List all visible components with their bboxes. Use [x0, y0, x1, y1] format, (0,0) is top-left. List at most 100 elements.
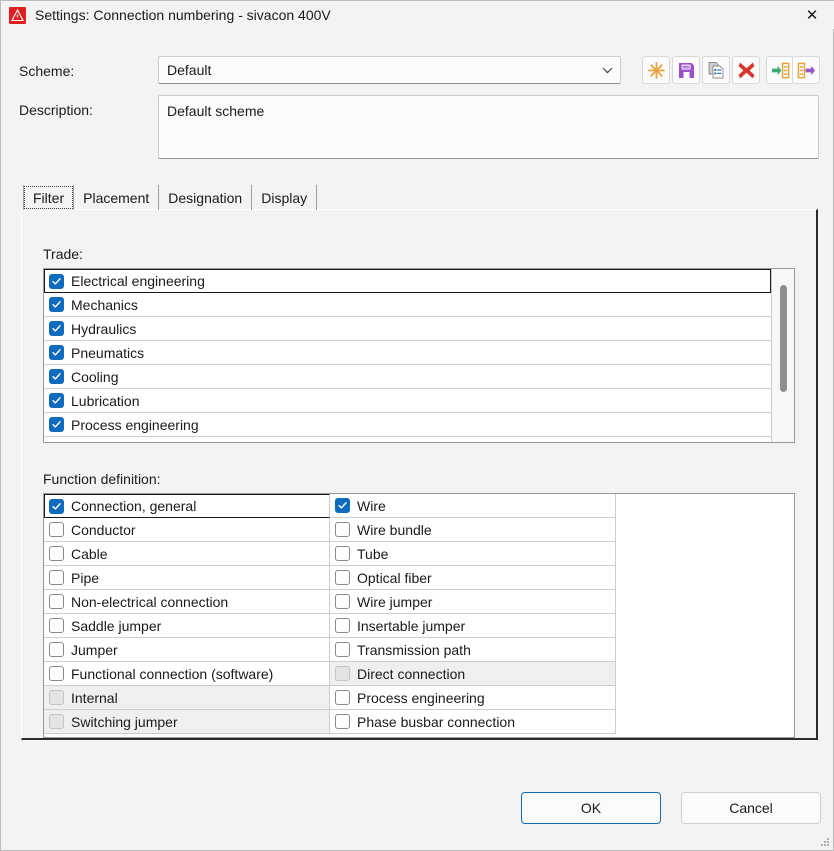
list-item-label: Pipe: [71, 569, 100, 586]
list-item-label: Jumper: [71, 641, 118, 658]
checkbox-icon[interactable]: [335, 498, 350, 513]
list-item: Switching jumper: [44, 710, 330, 734]
list-item-label: Saddle jumper: [71, 617, 162, 634]
checkbox-icon[interactable]: [49, 618, 64, 633]
title-bar: Settings: Connection numbering - sivacon…: [1, 1, 834, 29]
list-item-label: Connection, general: [71, 498, 197, 514]
tab-placement[interactable]: Placement: [74, 185, 160, 210]
checkbox-icon[interactable]: [335, 594, 350, 609]
export-arrow-icon: [797, 62, 815, 78]
checkbox-icon[interactable]: [49, 498, 64, 514]
list-item[interactable]: Electrical engineering: [44, 269, 771, 293]
checkbox-icon[interactable]: [335, 618, 350, 633]
list-item-label: Lubrication: [71, 392, 140, 409]
checkbox-icon[interactable]: [49, 522, 64, 537]
checkbox-icon[interactable]: [49, 642, 64, 657]
trade-listbox[interactable]: Electrical engineering Mechanics Hydraulic…: [43, 268, 795, 443]
checkbox-icon[interactable]: [49, 666, 64, 681]
list-item[interactable]: Non-electrical connection: [44, 590, 330, 614]
list-item[interactable]: Transmission path: [330, 638, 616, 662]
list-item[interactable]: Mechanics: [44, 293, 771, 317]
list-item[interactable]: Pneumatics: [44, 341, 771, 365]
list-item-label: Wire jumper: [357, 593, 433, 610]
list-item[interactable]: Hydraulics: [44, 317, 771, 341]
checkbox-icon[interactable]: [49, 345, 64, 360]
checkbox-icon[interactable]: [49, 594, 64, 609]
list-item-label: Transmission path: [357, 641, 471, 658]
warning-triangle-icon: [9, 6, 26, 24]
checkbox-icon[interactable]: [335, 570, 350, 585]
ok-button[interactable]: OK: [521, 792, 661, 824]
list-item-label: Switching jumper: [71, 713, 178, 730]
list-item[interactable]: Insertable jumper: [330, 614, 616, 638]
list-item[interactable]: Process engineering: [44, 413, 771, 437]
list-item: Direct connection: [330, 662, 616, 686]
list-item-label: Conductor: [71, 521, 136, 538]
delete-scheme-button[interactable]: [732, 56, 760, 84]
checkbox-icon[interactable]: [49, 321, 64, 336]
description-textarea[interactable]: Default scheme: [158, 95, 819, 159]
list-item[interactable]: Saddle jumper: [44, 614, 330, 638]
checkbox-icon[interactable]: [335, 714, 350, 729]
list-item[interactable]: Wire bundle: [330, 518, 616, 542]
new-scheme-button[interactable]: [642, 56, 670, 84]
list-item-label: Phase busbar connection: [357, 713, 515, 730]
checkbox-icon[interactable]: [49, 393, 64, 408]
checkbox-icon[interactable]: [49, 297, 64, 312]
copy-scheme-button[interactable]: [702, 56, 730, 84]
trade-rows: Electrical engineering Mechanics Hydraulic…: [44, 269, 771, 437]
export-scheme-button[interactable]: [792, 56, 820, 84]
asterisk-icon: [647, 61, 665, 79]
checkbox-icon[interactable]: [49, 273, 64, 289]
list-item[interactable]: Tube: [330, 542, 616, 566]
import-scheme-button[interactable]: [766, 56, 794, 84]
checkbox-icon[interactable]: [335, 642, 350, 657]
list-item[interactable]: Phase busbar connection: [330, 710, 616, 734]
function-definition-label: Function definition:: [43, 471, 161, 487]
list-item[interactable]: Cooling: [44, 365, 771, 389]
import-arrow-icon: [771, 62, 789, 78]
list-item[interactable]: Wire: [330, 494, 616, 518]
checkbox-icon[interactable]: [49, 546, 64, 561]
list-item-label: Functional connection (software): [71, 665, 274, 682]
save-scheme-button[interactable]: [672, 56, 700, 84]
close-icon[interactable]: ✕: [789, 1, 834, 29]
list-item-label: Non-electrical connection: [71, 593, 229, 610]
list-item-label: Hydraulics: [71, 320, 137, 337]
list-item[interactable]: Connection, general: [44, 494, 330, 518]
list-item[interactable]: Pipe: [44, 566, 330, 590]
checkbox-icon[interactable]: [335, 690, 350, 705]
checkbox-icon[interactable]: [49, 369, 64, 384]
tab-display[interactable]: Display: [252, 185, 318, 210]
list-item[interactable]: Process engineering: [330, 686, 616, 710]
list-item[interactable]: Wire jumper: [330, 590, 616, 614]
list-item[interactable]: Lubrication: [44, 389, 771, 413]
list-item[interactable]: Jumper: [44, 638, 330, 662]
checkbox-icon[interactable]: [335, 522, 350, 537]
trade-scrollbar-thumb[interactable]: [780, 284, 787, 392]
list-item-label: Direct connection: [357, 665, 466, 682]
scheme-select[interactable]: Default: [158, 56, 621, 84]
scheme-select-value: Default: [167, 62, 212, 78]
checkbox-icon: [49, 714, 64, 729]
resize-grip-icon[interactable]: [820, 837, 830, 847]
list-item-label: Electrical engineering: [71, 273, 205, 289]
list-item-label: Pneumatics: [71, 344, 145, 361]
list-item[interactable]: Functional connection (software): [44, 662, 330, 686]
chevron-down-icon: [594, 57, 620, 83]
list-item[interactable]: Conductor: [44, 518, 330, 542]
list-item-label: Process engineering: [357, 689, 485, 706]
checkbox-icon[interactable]: [335, 546, 350, 561]
settings-dialog: Settings: Connection numbering - sivacon…: [0, 0, 834, 851]
checkbox-icon[interactable]: [49, 417, 64, 432]
tab-designation[interactable]: Designation: [159, 185, 253, 210]
list-item-label: Cooling: [71, 368, 119, 385]
function-definition-listbox[interactable]: Connection, general Conductor Cable Pipe Non…: [43, 493, 795, 738]
cancel-button[interactable]: Cancel: [681, 792, 821, 824]
list-item[interactable]: Optical fiber: [330, 566, 616, 590]
list-item[interactable]: Cable: [44, 542, 330, 566]
trade-scrollbar[interactable]: [771, 269, 794, 442]
checkbox-icon[interactable]: [49, 570, 64, 585]
scheme-label: Scheme:: [19, 63, 75, 79]
tab-filter[interactable]: Filter: [23, 185, 75, 210]
